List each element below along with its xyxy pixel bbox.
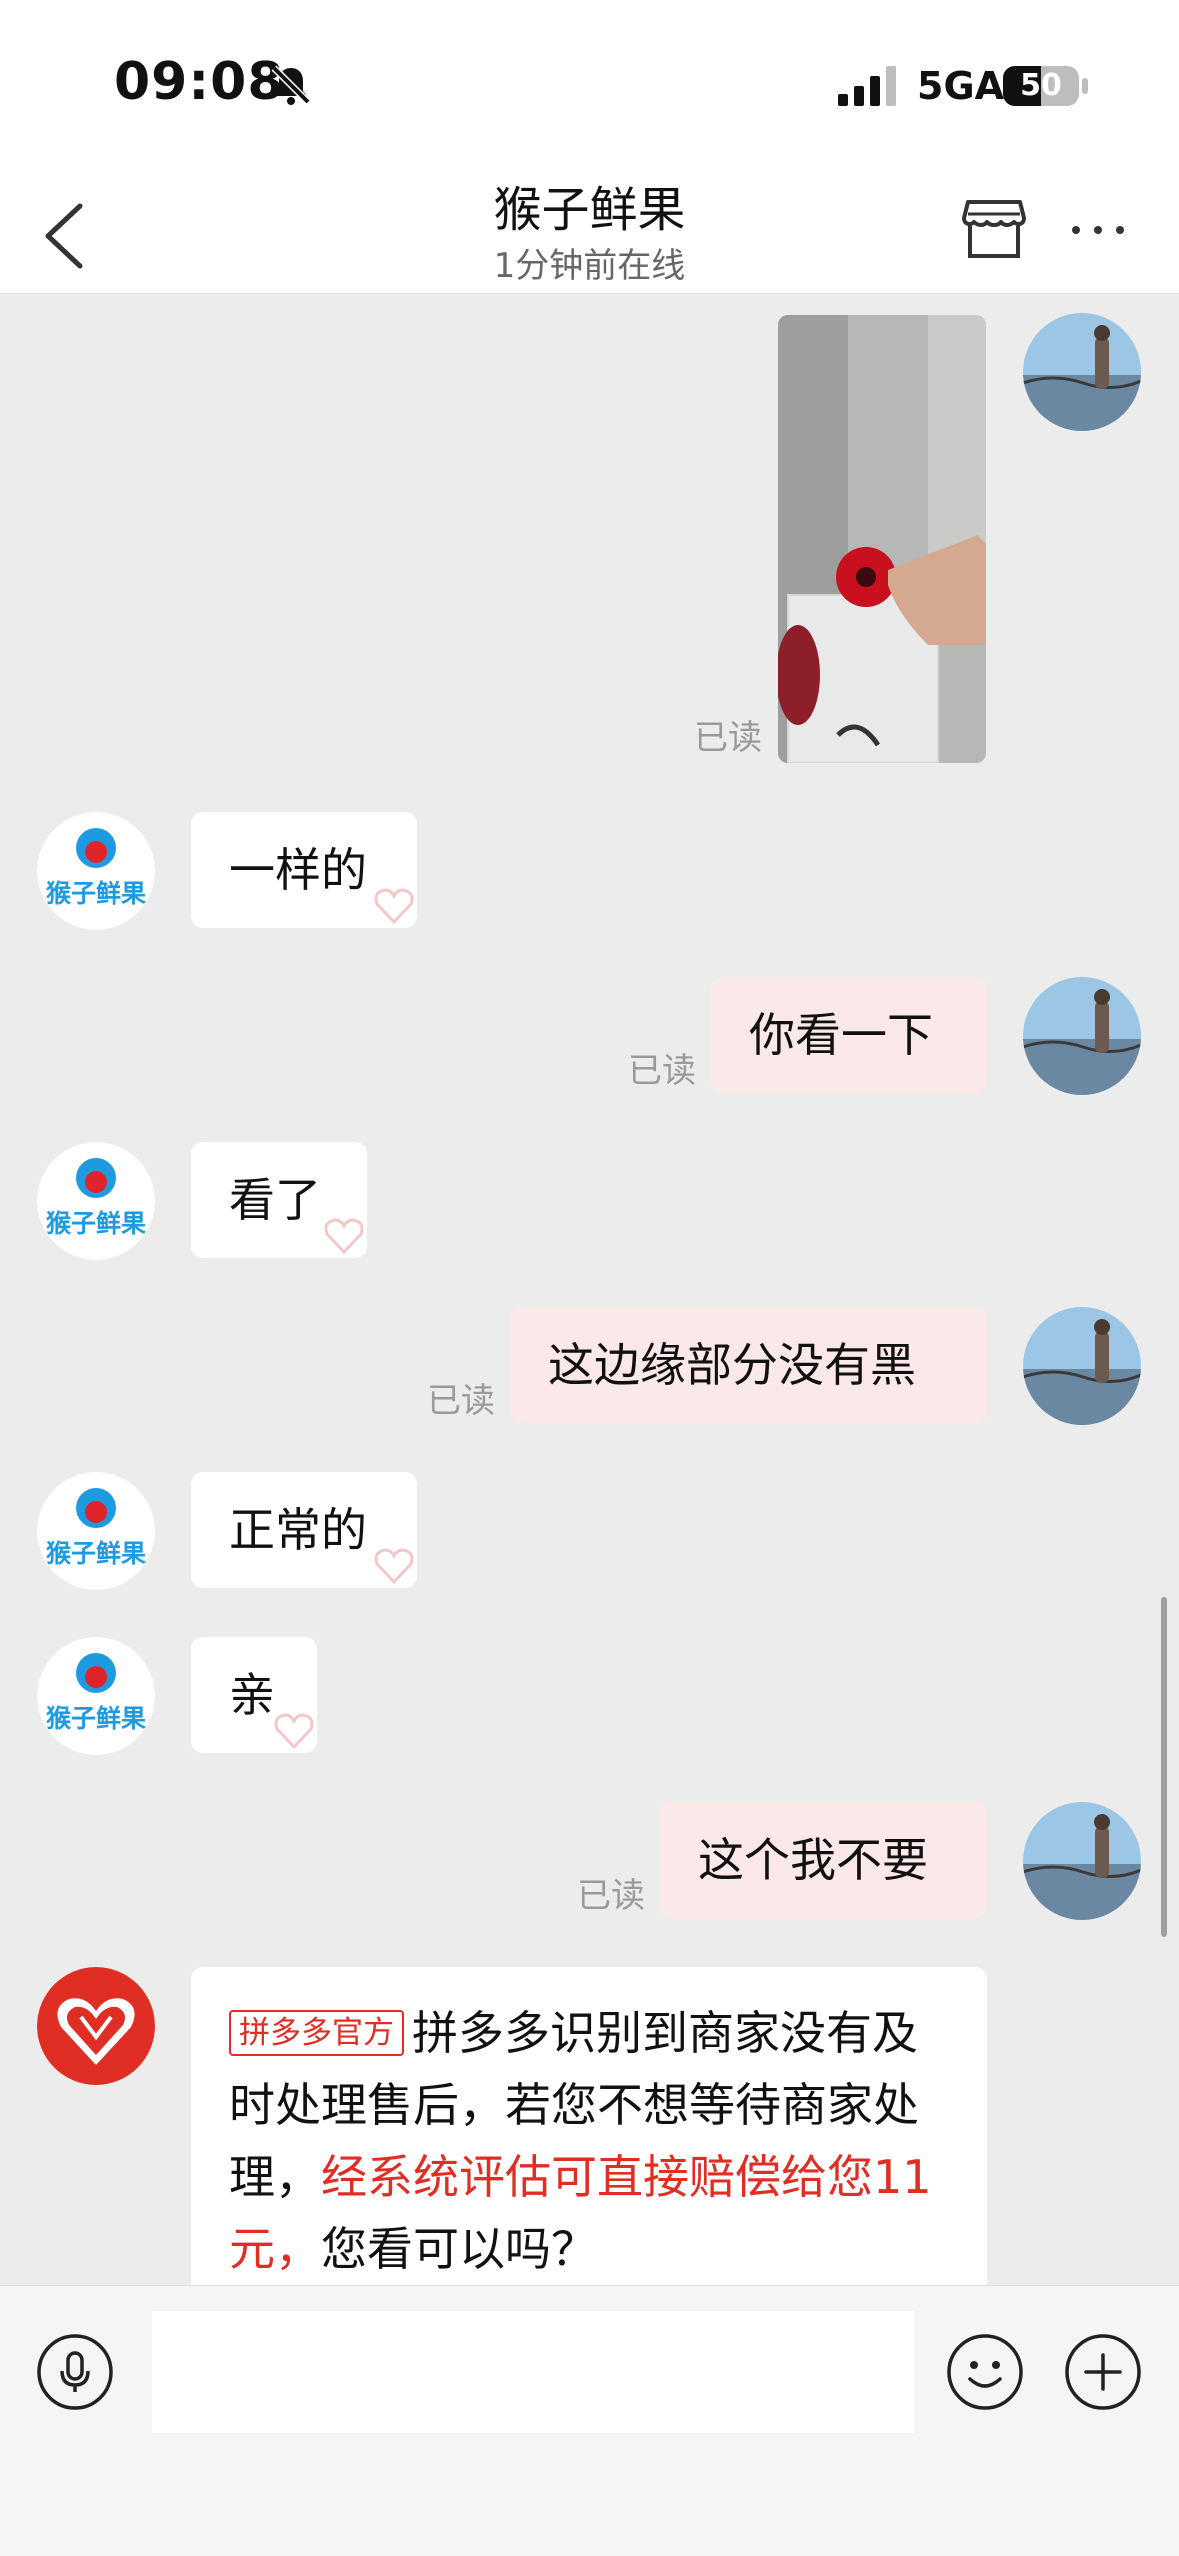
message-bubble[interactable]: 这边缘部分没有黑 xyxy=(510,1307,987,1423)
read-status: 已读 xyxy=(628,1051,696,1091)
read-status: 已读 xyxy=(577,1876,645,1916)
more-dots-icon[interactable] xyxy=(1062,200,1134,260)
merchant-avatar-text: 猴子鲜果 xyxy=(46,1539,146,1568)
sent-image[interactable] xyxy=(778,315,986,763)
message-bubble[interactable]: 亲 xyxy=(191,1637,317,1753)
status-bar: 09:08 5GA 50 xyxy=(0,0,1179,170)
status-time: 09:08 xyxy=(114,52,285,112)
pdd-watermark-icon xyxy=(374,1548,414,1585)
user-avatar[interactable] xyxy=(1023,1802,1141,1920)
pdd-watermark-icon xyxy=(374,888,414,925)
input-bar xyxy=(0,2285,1179,2556)
official-message-bubble[interactable]: 拼多多官方 拼多多识别到商家没有及时处理售后，若您不想等待商家处理，经系统评估可直… xyxy=(191,1967,987,2285)
message-text: 这边缘部分没有黑 xyxy=(548,1338,916,1392)
message-text: 这个我不要 xyxy=(698,1833,928,1887)
bell-slash-icon xyxy=(271,65,311,105)
merchant-avatar-text: 猴子鲜果 xyxy=(46,1209,146,1238)
official-tag: 拼多多官方 xyxy=(229,2010,404,2056)
message-text: 一样的 xyxy=(229,843,367,897)
message-text: 亲 xyxy=(229,1668,275,1722)
merchant-avatar[interactable]: 猴子鲜果 xyxy=(37,812,155,930)
pdd-watermark-icon xyxy=(324,1218,364,1255)
read-status: 已读 xyxy=(427,1381,495,1421)
message-bubble[interactable]: 正常的 xyxy=(191,1472,417,1588)
pdd-watermark-icon xyxy=(274,1713,314,1750)
merchant-avatar[interactable]: 猴子鲜果 xyxy=(37,1142,155,1260)
read-status: 已读 xyxy=(694,718,762,758)
pdd-official-avatar[interactable] xyxy=(37,1967,155,2085)
network-type: 5GA xyxy=(917,64,1005,108)
merchant-avatar-text: 猴子鲜果 xyxy=(46,879,146,908)
battery-icon: 50 xyxy=(1003,66,1079,106)
message-bubble[interactable]: 这个我不要 xyxy=(660,1802,987,1918)
battery-tip xyxy=(1082,78,1088,94)
user-avatar[interactable] xyxy=(1023,977,1141,1095)
message-bubble[interactable]: 一样的 xyxy=(191,812,417,928)
message-text: 看了 xyxy=(229,1173,321,1227)
official-message-question: 您看可以吗？ xyxy=(321,2222,597,2276)
chat-header: 猴子鲜果 1分钟前在线 xyxy=(0,170,1179,294)
message-input[interactable] xyxy=(152,2311,914,2433)
message-bubble[interactable]: 你看一下 xyxy=(711,977,987,1093)
merchant-avatar[interactable]: 猴子鲜果 xyxy=(37,1472,155,1590)
store-icon[interactable] xyxy=(958,192,1030,264)
plus-icon[interactable] xyxy=(1064,2333,1142,2411)
chat-area[interactable]: 已读 猴子鲜果 一样的 你看一下 已读 猴子鲜果 看了 这边缘部分没有黑 已读 … xyxy=(0,295,1179,2285)
battery-level: 50 xyxy=(1020,68,1062,103)
emoji-icon[interactable] xyxy=(946,2333,1024,2411)
microphone-icon[interactable] xyxy=(36,2333,114,2411)
merchant-avatar-text: 猴子鲜果 xyxy=(46,1704,146,1733)
chat-scrollbar[interactable] xyxy=(1161,1597,1167,1937)
message-bubble[interactable]: 看了 xyxy=(191,1142,367,1258)
message-text: 正常的 xyxy=(229,1503,367,1557)
user-avatar[interactable] xyxy=(1023,1307,1141,1425)
merchant-avatar[interactable]: 猴子鲜果 xyxy=(37,1637,155,1755)
user-avatar[interactable] xyxy=(1023,313,1141,431)
message-text: 你看一下 xyxy=(749,1008,933,1062)
signal-icon xyxy=(838,66,896,106)
